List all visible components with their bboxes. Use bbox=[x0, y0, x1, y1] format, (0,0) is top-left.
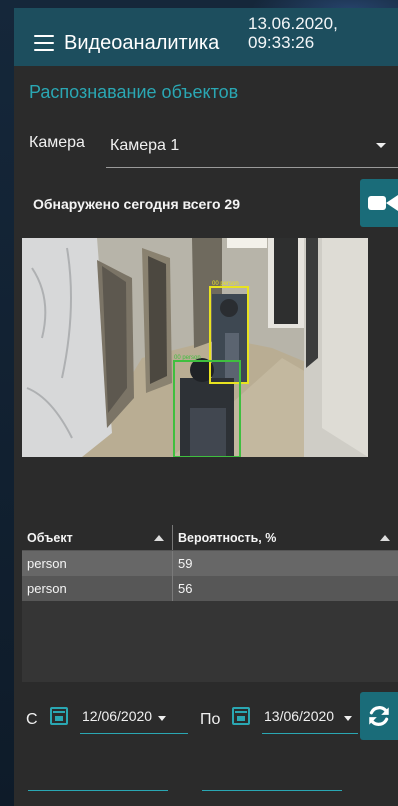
to-date-field[interactable]: 13/06/2020 bbox=[262, 704, 358, 734]
from-date-value: 12/06/2020 bbox=[82, 708, 153, 724]
cell-object: person bbox=[22, 551, 173, 576]
app-bar: Видеоаналитика 13.06.2020, 09:33:26 bbox=[14, 8, 398, 74]
input-underline[interactable] bbox=[202, 790, 342, 791]
table-row[interactable]: person 59 bbox=[22, 551, 398, 576]
column-header-object-label: Объект bbox=[27, 531, 73, 545]
current-datetime: 13.06.2020, 09:33:26 bbox=[248, 14, 338, 52]
dropdown-caret-icon bbox=[158, 716, 166, 721]
cell-object: person bbox=[22, 576, 173, 601]
svg-text:00 person: 00 person bbox=[212, 281, 239, 287]
detected-count-text: Обнаружено сегодня всего 29 bbox=[33, 196, 241, 212]
camera-label: Камера bbox=[29, 134, 85, 151]
table-header: Объект Вероятность, % bbox=[22, 525, 398, 551]
refresh-icon bbox=[369, 706, 389, 726]
cell-probability: 56 bbox=[178, 581, 193, 596]
camera-scene: 00 person 00 person bbox=[22, 238, 368, 457]
date-filters: С 12/06/2020 По 13/06/2020 bbox=[14, 692, 398, 740]
table-row[interactable]: person 56 bbox=[22, 576, 398, 601]
sort-asc-icon bbox=[380, 535, 390, 541]
video-camera-icon bbox=[368, 195, 398, 211]
from-date-field[interactable]: 12/06/2020 bbox=[80, 704, 188, 734]
content-panel: Распознавание объектов Камера Камера 1 О… bbox=[14, 66, 398, 806]
table-empty-area bbox=[22, 601, 398, 682]
dropdown-caret-icon bbox=[376, 143, 386, 148]
column-header-probability[interactable]: Вероятность, % bbox=[173, 525, 398, 550]
section-title: Распознавание объектов bbox=[29, 82, 239, 102]
sort-asc-icon bbox=[154, 535, 164, 541]
input-underline[interactable] bbox=[28, 790, 168, 791]
camera-select[interactable]: Камера 1 bbox=[106, 134, 398, 168]
camera-frame-image: 00 person 00 person bbox=[22, 238, 368, 457]
detections-table: Объект Вероятность, % person 59 person 5… bbox=[22, 525, 398, 682]
calendar-icon[interactable] bbox=[50, 707, 68, 725]
refresh-button[interactable] bbox=[360, 692, 398, 740]
column-header-probability-label: Вероятность, % bbox=[178, 531, 277, 545]
time-text: 09:33:26 bbox=[248, 33, 315, 52]
video-button[interactable] bbox=[360, 179, 398, 227]
app-title: Видеоаналитика bbox=[64, 31, 220, 54]
date-text: 13.06.2020, bbox=[248, 14, 338, 33]
svg-text:00 person: 00 person bbox=[174, 355, 201, 361]
camera-select-value: Камера 1 bbox=[110, 137, 180, 154]
column-header-object[interactable]: Объект bbox=[22, 525, 173, 550]
to-label: По bbox=[200, 711, 221, 728]
calendar-icon[interactable] bbox=[232, 707, 250, 725]
from-label: С bbox=[26, 711, 38, 728]
menu-icon[interactable] bbox=[34, 35, 54, 51]
dropdown-caret-icon bbox=[344, 716, 352, 721]
to-date-value: 13/06/2020 bbox=[264, 708, 335, 724]
app-frame: Видеоаналитика 13.06.2020, 09:33:26 Расп… bbox=[0, 0, 398, 806]
cell-probability: 59 bbox=[178, 556, 193, 571]
